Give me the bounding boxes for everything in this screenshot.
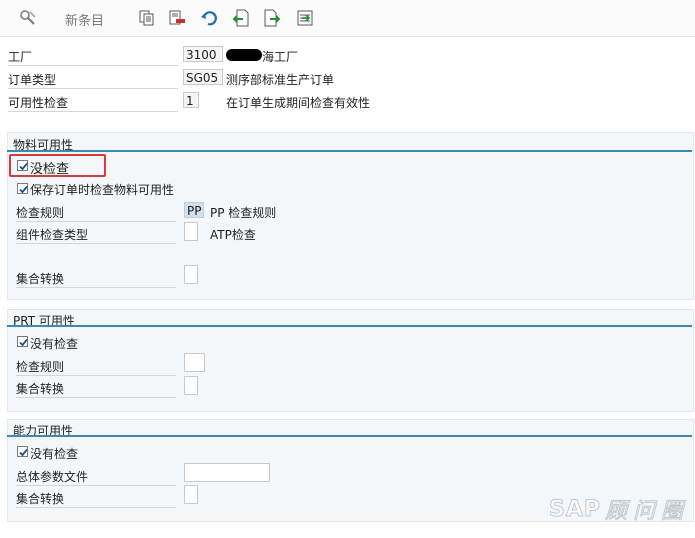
order-type-label: 订单类型 — [8, 71, 178, 89]
group-divider — [7, 150, 692, 152]
component-check-type-description: ATP检查 — [210, 228, 256, 242]
checking-rule-label: 检查规则 — [16, 204, 176, 222]
collective-conversion-field[interactable] — [184, 265, 198, 284]
component-check-type-field[interactable] — [184, 222, 198, 241]
overall-profile-label: 总体参数文件 — [16, 468, 176, 486]
prt-no-check-checkbox[interactable] — [17, 336, 28, 347]
plant-field[interactable]: 3100 — [183, 46, 223, 62]
collective-conversion-label: 集合转换 — [16, 270, 176, 288]
check-on-save-label: 保存订单时检查物料可用性 — [30, 183, 175, 197]
previous-entry-icon[interactable] — [231, 8, 251, 28]
prt-collective-conversion-label: 集合转换 — [16, 380, 176, 398]
new-entries-button[interactable]: 新条目 — [65, 10, 104, 29]
capacity-collective-conversion-field[interactable] — [184, 485, 198, 504]
capacity-no-check-label: 没有检查 — [30, 447, 79, 461]
plant-label: 工厂 — [8, 48, 178, 66]
no-check-checkbox[interactable] — [17, 160, 28, 171]
watermark-brand: SAP — [548, 496, 601, 522]
redacted-text — [226, 49, 262, 61]
group-divider — [7, 435, 692, 437]
delete-icon[interactable] — [167, 8, 187, 28]
overall-profile-field[interactable] — [184, 463, 270, 482]
copy-icon[interactable] — [137, 8, 157, 28]
prt-checking-rule-field[interactable] — [184, 353, 205, 372]
capacity-collective-conversion-label: 集合转换 — [16, 490, 176, 508]
component-check-type-label: 组件检查类型 — [16, 226, 176, 244]
watermark-text: 顾问圈 — [604, 499, 689, 525]
watermark: SAP 顾问圈 — [548, 494, 689, 525]
availability-check-description: 在订单生成期间检查有效性 — [226, 96, 371, 110]
prt-no-check-label: 没有检查 — [30, 337, 79, 351]
order-type-description: 测序部标准生产订单 — [226, 73, 335, 87]
prt-checking-rule-label: 检查规则 — [16, 358, 176, 376]
group-divider — [7, 325, 692, 327]
other-entry-icon[interactable] — [295, 8, 315, 28]
prt-collective-conversion-field[interactable] — [184, 376, 198, 395]
no-check-label: 没检查 — [30, 162, 70, 177]
plant-description: 海工厂 — [262, 50, 299, 64]
capacity-no-check-checkbox[interactable] — [17, 446, 28, 457]
checking-rule-description: PP 检查规则 — [210, 206, 277, 220]
undo-icon[interactable] — [199, 8, 219, 28]
order-type-field[interactable]: SG05 — [183, 69, 223, 85]
availability-check-label: 可用性检查 — [8, 94, 178, 112]
check-on-save-checkbox[interactable] — [17, 183, 28, 194]
application-toolbar: 新条目 — [0, 0, 695, 37]
availability-check-field[interactable]: 1 — [183, 92, 199, 108]
checking-rule-field[interactable]: PP — [184, 202, 204, 218]
next-entry-icon[interactable] — [262, 8, 282, 28]
display-change-icon[interactable] — [18, 8, 38, 28]
